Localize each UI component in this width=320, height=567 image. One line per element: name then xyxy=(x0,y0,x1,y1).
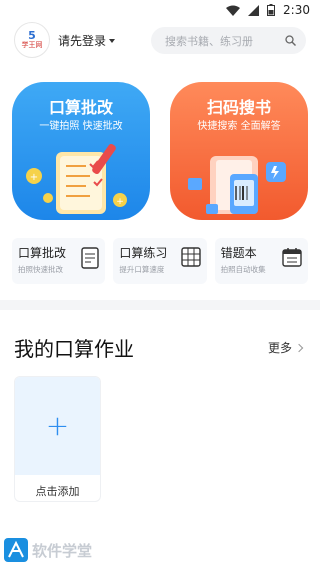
more-label: 更多 xyxy=(267,341,292,355)
tool-mistake-book[interactable]: 错题本 拍照自动收集 xyxy=(214,238,308,284)
tool-subtitle: 拍照快速批改 xyxy=(18,265,63,274)
signal-icon xyxy=(248,4,260,16)
search-placeholder: 搜索书籍、练习册 xyxy=(165,34,253,48)
login-button[interactable]: 请先登录 xyxy=(58,32,116,49)
tool-title: 口算批改 xyxy=(18,246,67,260)
card-title: 扫码搜书 xyxy=(206,98,271,117)
tool-subtitle: 拍照自动收集 xyxy=(220,265,266,274)
calendar-book-icon xyxy=(282,248,302,267)
document-icon xyxy=(81,247,100,269)
tool-title: 错题本 xyxy=(220,246,257,260)
oral-math-correction-card[interactable]: 口算批改 一键拍照 快速批改 + + xyxy=(12,82,150,220)
svg-text:+: + xyxy=(116,197,124,207)
section-title: 我的口算作业 xyxy=(14,337,134,361)
grid-sheet-icon xyxy=(180,247,201,267)
add-homework-card[interactable]: + 点击添加 xyxy=(14,376,101,502)
plus-icon: + xyxy=(45,409,70,442)
status-bar: 2:30 xyxy=(0,0,320,20)
app-logo[interactable]: 5 学王网 xyxy=(14,22,50,58)
more-link[interactable]: 更多 xyxy=(267,339,304,356)
homework-correction-illustration: + + xyxy=(26,143,127,214)
add-label: 点击添加 xyxy=(35,485,80,498)
add-area: + xyxy=(15,377,100,475)
tool-row: 口算批改 拍照快速批改 口算练习 提升口算速度 错题本 拍照自动收集 xyxy=(12,238,308,284)
tool-title: 口算练习 xyxy=(119,246,168,260)
logo-text: 学王网 xyxy=(21,41,43,49)
search-icon xyxy=(285,35,296,46)
card-subtitle: 快捷搜索 全面解答 xyxy=(197,121,281,132)
scan-book-illustration xyxy=(188,156,286,214)
scan-search-book-card[interactable]: 扫码搜书 快捷搜索 全面解答 xyxy=(170,82,308,220)
watermark-logo-icon xyxy=(4,538,28,562)
chevron-right-icon xyxy=(294,343,304,352)
login-label: 请先登录 xyxy=(58,34,107,48)
wifi-icon xyxy=(226,5,241,16)
caret-down-icon xyxy=(109,38,116,43)
tool-oral-math-correction[interactable]: 口算批改 拍照快速批改 xyxy=(12,238,106,284)
section-divider xyxy=(0,300,320,310)
watermark: 软件学堂 xyxy=(4,538,92,562)
card-title: 口算批改 xyxy=(48,98,113,117)
search-input[interactable]: 搜索书籍、练习册 xyxy=(151,27,306,54)
tool-oral-math-practice[interactable]: 口算练习 提升口算速度 xyxy=(113,238,207,284)
battery-icon xyxy=(267,4,276,16)
tool-subtitle: 提升口算速度 xyxy=(119,265,165,274)
card-subtitle: 一键拍照 快速批改 xyxy=(39,121,123,132)
status-time: 2:30 xyxy=(283,3,310,17)
logo-number: 5 xyxy=(28,29,36,42)
svg-text:+: + xyxy=(30,172,38,183)
top-header: 5 学王网 请先登录 搜索书籍、练习册 xyxy=(0,22,320,62)
watermark-text: 软件学堂 xyxy=(32,541,93,560)
